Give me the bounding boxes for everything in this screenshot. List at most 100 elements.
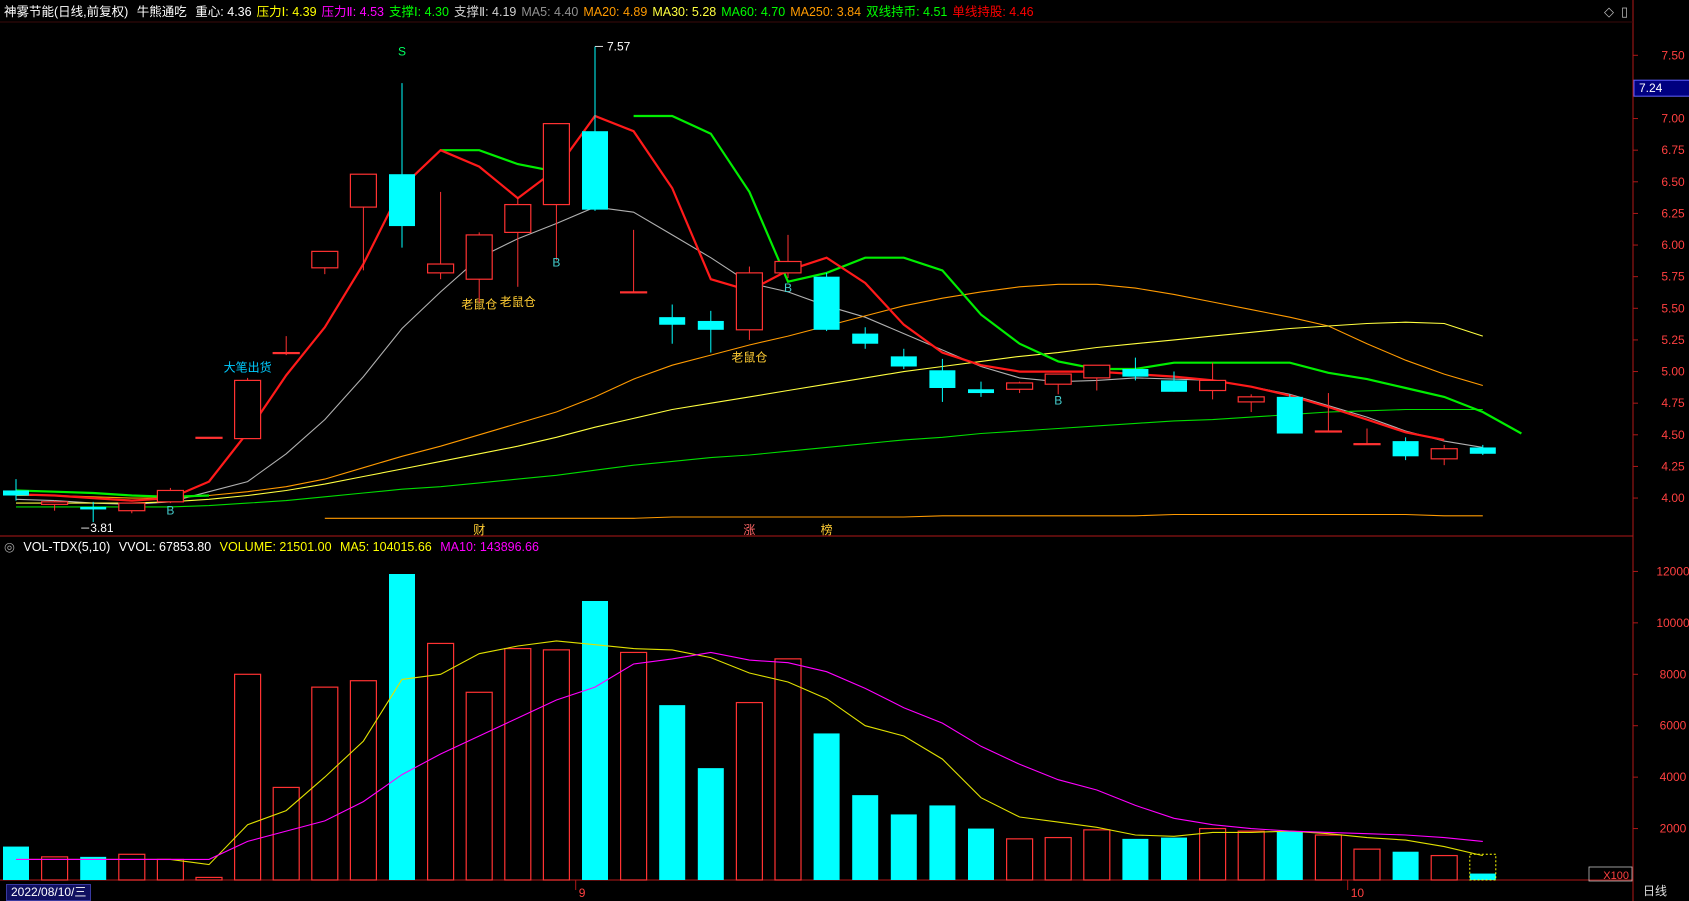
volume-bar xyxy=(1314,834,1343,881)
candle-body xyxy=(80,506,107,510)
candle-body xyxy=(659,317,686,325)
volume-bar xyxy=(1083,829,1111,881)
candle-body xyxy=(1005,382,1034,390)
volume-bar xyxy=(1122,838,1149,880)
volume-bar xyxy=(890,814,917,880)
volume-bar xyxy=(1392,851,1419,880)
signal-annotation: B xyxy=(784,281,792,295)
price-annotation: 7.57 xyxy=(607,39,631,53)
signal-annotation: B xyxy=(1054,393,1062,407)
candle-body xyxy=(118,502,146,512)
stock-chart[interactable]: 4.00 4.25 4.50 4.75 5.00 5.25 5.50 5.75 6.00 6.25… xyxy=(0,0,1689,901)
price-tick-label: 4.50 xyxy=(1661,428,1685,442)
volume-bar xyxy=(389,574,415,880)
volume-bar xyxy=(1198,827,1227,881)
signal-annotation: 老鼠仓 xyxy=(500,295,536,309)
candle-body xyxy=(156,489,184,503)
candle-body xyxy=(1276,396,1303,434)
volume-tick-label: 10000 xyxy=(1656,616,1689,630)
candle-body xyxy=(465,234,493,280)
candle-body xyxy=(1430,448,1458,460)
candle-body xyxy=(542,123,571,206)
volume-bar xyxy=(582,601,608,880)
price-annotation: 3.81 xyxy=(90,521,114,535)
signal-annotation: B xyxy=(552,256,560,270)
volume-bar xyxy=(118,853,146,881)
maximize-icon[interactable]: ▯ xyxy=(1621,4,1628,20)
volume-title[interactable]: VOL-TDX(5,10) xyxy=(23,540,110,554)
volume-bar xyxy=(1005,838,1034,881)
candle-body xyxy=(697,320,724,330)
candle-body xyxy=(311,250,339,269)
volume-ma10: MA10: 143896.66 xyxy=(440,540,539,554)
series-line-双线持币 xyxy=(633,114,1522,435)
stock-title[interactable]: 神雾节能(日线,前复权) xyxy=(4,5,128,19)
volume-bar xyxy=(619,651,648,881)
date-label: 2022/08/10/三 xyxy=(6,884,92,901)
candle-body xyxy=(389,174,415,227)
indicator-name[interactable]: 牛熊通吃 xyxy=(137,5,187,19)
signal-annotation: 老鼠仓 xyxy=(731,350,767,364)
volume-bar xyxy=(542,649,571,881)
price-tick-label: 4.00 xyxy=(1661,491,1685,505)
event-marker: 涨 xyxy=(743,522,755,537)
volume-bar xyxy=(1469,873,1496,880)
candle-body xyxy=(852,333,879,344)
volume-tick-label: 4000 xyxy=(1660,770,1687,784)
volume-bar xyxy=(1237,830,1265,881)
volume-bar xyxy=(40,856,69,881)
candle-body xyxy=(1122,369,1149,377)
volume-bar xyxy=(1276,831,1303,880)
price-tick-label: 7.00 xyxy=(1661,112,1685,126)
volume-bar xyxy=(852,795,879,880)
volume-bar xyxy=(3,846,29,880)
diamond-icon[interactable]: ◇ xyxy=(1604,4,1614,20)
indicator-value-0: 重心: 4.36 xyxy=(195,5,252,19)
candle-body xyxy=(195,436,223,439)
signal-annotation: 大笔出货 xyxy=(224,360,272,375)
indicator-value-4: 支撑Ⅱ: 4.19 xyxy=(453,5,517,19)
volume-tick-label: 2000 xyxy=(1660,822,1687,836)
candle-body xyxy=(1314,430,1343,433)
indicator-value-6: MA20: 4.89 xyxy=(583,5,648,19)
volume-bar xyxy=(929,805,956,880)
volume-bar xyxy=(774,658,802,881)
candle-body xyxy=(234,379,262,440)
volume-bar xyxy=(195,876,223,881)
price-tick-label: 5.00 xyxy=(1661,365,1685,379)
price-tick-label: 6.75 xyxy=(1661,143,1685,157)
candle-body xyxy=(735,272,764,331)
candle-body xyxy=(813,276,840,330)
signal-annotation: B xyxy=(166,503,174,517)
candle-body xyxy=(1083,364,1111,379)
price-tick-label: 5.75 xyxy=(1661,270,1685,284)
vvol-value: VVOL: 67853.80 xyxy=(118,540,212,554)
volume-tick-label: 12000 xyxy=(1656,564,1689,578)
series-line-双线持币 xyxy=(440,149,557,173)
candle-body xyxy=(40,501,69,505)
volume-bar xyxy=(813,733,840,880)
volume-bar xyxy=(234,673,262,881)
period-label[interactable]: 日线 xyxy=(1643,884,1667,899)
candle-body xyxy=(3,490,29,496)
month-label: 9 xyxy=(579,886,586,900)
volume-indicator-header: ◎ VOL-TDX(5,10) VVOL: 67853.80 VOLUME: 2… xyxy=(4,539,544,555)
indicator-value-2: 压力Ⅱ: 4.53 xyxy=(321,5,384,19)
volume-value: VOLUME: 21501.00 xyxy=(219,540,332,554)
candle-body xyxy=(1044,373,1072,385)
volume-bar xyxy=(504,647,532,881)
volume-bar xyxy=(1353,848,1381,881)
volume-bar xyxy=(1161,837,1187,880)
indicator-value-7: MA30: 5.28 xyxy=(652,5,717,19)
volume-bar xyxy=(1430,854,1458,881)
series-line-单线持股 xyxy=(15,114,1445,502)
volume-ma5: MA5: 104015.66 xyxy=(340,540,432,554)
candle-body xyxy=(968,389,994,394)
series-line-MA250 xyxy=(324,513,1483,519)
indicator-value-3: 支撑Ⅰ: 4.30 xyxy=(388,5,449,19)
candle-body xyxy=(1469,447,1496,454)
candle-body xyxy=(272,351,300,355)
candle-body xyxy=(619,291,648,294)
volume-unit-label: X100 xyxy=(1603,870,1629,882)
volume-menu-icon[interactable]: ◎ xyxy=(4,540,15,554)
